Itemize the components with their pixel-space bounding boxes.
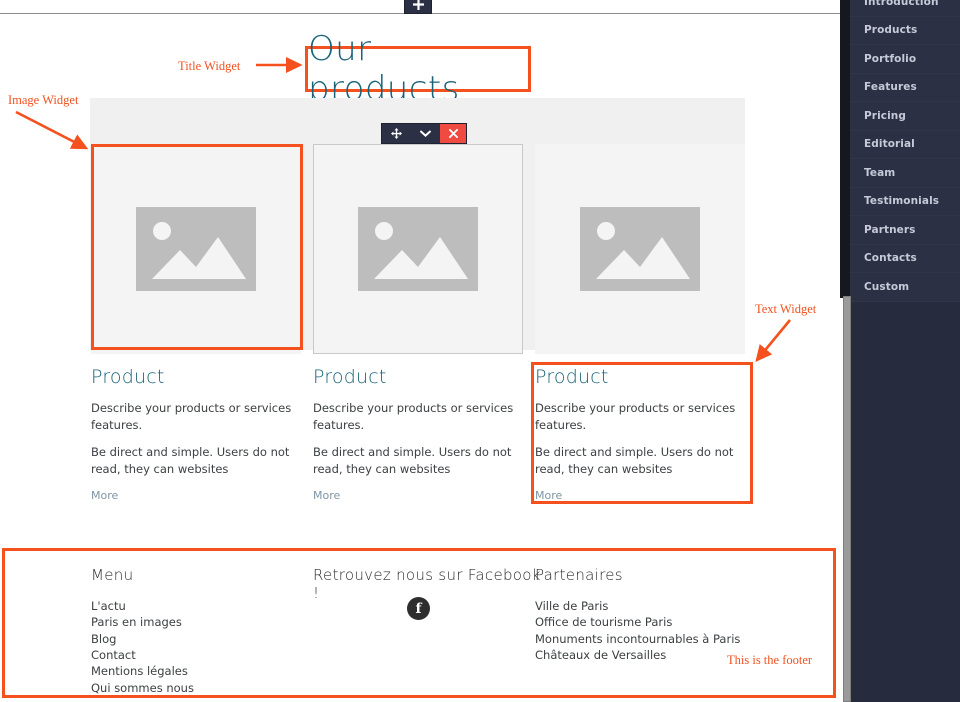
sidebar-item-features[interactable]: Features	[850, 73, 960, 102]
product-more-link[interactable]: More	[313, 489, 525, 502]
footer-menu-heading: Menu	[91, 566, 134, 584]
sidebar-item-pricing[interactable]: Pricing	[850, 102, 960, 131]
move-widget-button[interactable]	[382, 124, 411, 143]
footer-partners-heading: Partenaires	[535, 566, 623, 584]
sidebar-empty-area	[850, 298, 960, 702]
sidebar-item-custom[interactable]: Custom	[850, 273, 960, 302]
sidebar-item-introduction[interactable]: Introduction	[850, 0, 960, 17]
image-placeholder-icon	[136, 207, 256, 291]
sidebar-item-partners[interactable]: Partners	[850, 216, 960, 245]
close-icon	[448, 129, 458, 138]
sidebar-item-label: Products	[864, 24, 918, 37]
image-widget-3[interactable]	[535, 144, 745, 354]
product-column-1: Product Describe your products or servic…	[91, 366, 303, 502]
image-widget-1[interactable]	[91, 144, 301, 354]
facebook-icon[interactable]: f	[407, 597, 430, 620]
footer-social-heading: Retrouvez nous sur Facebook !	[313, 566, 541, 602]
chevron-down-icon	[420, 130, 431, 137]
image-placeholder-icon	[580, 207, 700, 291]
sidebar-item-label: Portfolio	[864, 52, 917, 65]
annotation-title-widget: Title Widget	[178, 59, 241, 73]
app-root: Our products Product Describe your produ…	[0, 0, 960, 702]
product-description: Describe your products or services featu…	[535, 401, 736, 432]
product-detail: Be direct and simple. Users do not read,…	[535, 445, 734, 477]
footer-link[interactable]: Monuments incontournables à Paris	[535, 631, 785, 647]
product-description: Describe your products or services featu…	[91, 401, 292, 432]
sidebar-item-portfolio[interactable]: Portfolio	[850, 45, 960, 74]
product-column-3: Product Describe your products or servic…	[535, 366, 747, 502]
page-title-text: Our products	[308, 29, 460, 109]
image-widget-2[interactable]	[313, 144, 523, 354]
footer-link[interactable]: Blog	[91, 631, 291, 647]
sidebar-item-label: Testimonials	[864, 195, 940, 208]
product-description: Describe your products or services featu…	[313, 401, 514, 432]
sidebar-item-team[interactable]: Team	[850, 159, 960, 188]
footer-link[interactable]: L'actu	[91, 598, 291, 614]
sidebar-item-label: Pricing	[864, 109, 906, 122]
sidebar-item-products[interactable]: Products	[850, 16, 960, 45]
sidebar-menu: Introduction Products Portfolio Features…	[850, 0, 960, 302]
footer-link[interactable]: Contact	[91, 647, 291, 663]
scrollbar-thumb[interactable]	[843, 296, 851, 702]
product-column-2: Product Describe your products or servic…	[313, 366, 525, 502]
footer-link[interactable]: Qui sommes nous	[91, 680, 291, 696]
sidebar-item-label: Contacts	[864, 252, 917, 265]
footer-link[interactable]: Office de tourisme Paris	[535, 614, 785, 630]
add-section-button[interactable]	[404, 0, 432, 14]
sidebar-panel: Introduction Products Portfolio Features…	[850, 0, 960, 702]
product-heading: Product	[313, 366, 387, 388]
footer-link[interactable]: Ville de Paris	[535, 598, 785, 614]
widget-toolbar[interactable]	[381, 123, 467, 144]
product-detail: Be direct and simple. Users do not read,…	[313, 445, 512, 477]
product-heading: Product	[91, 366, 165, 388]
annotation-footer-note: This is the footer	[727, 653, 813, 667]
annotation-text-widget: Text Widget	[755, 302, 817, 316]
footer-partners-column: Partenaires Ville de Paris Office de tou…	[535, 566, 785, 663]
sidebar-item-label: Team	[864, 166, 896, 179]
sidebar-item-label: Introduction	[864, 0, 939, 8]
sidebar-item-label: Partners	[864, 223, 916, 236]
facebook-glyph: f	[415, 600, 422, 617]
product-detail: Be direct and simple. Users do not read,…	[91, 445, 290, 477]
page-title[interactable]: Our products	[305, 29, 531, 109]
sidebar-item-editorial[interactable]: Editorial	[850, 130, 960, 159]
product-more-link[interactable]: More	[91, 489, 303, 502]
plus-icon	[412, 0, 424, 10]
sidebar-item-label: Editorial	[864, 138, 915, 151]
footer-link[interactable]: Paris en images	[91, 614, 291, 630]
move-arrows-icon	[391, 128, 402, 139]
footer-menu-column: Menu L'actu Paris en images Blog Contact…	[91, 566, 291, 696]
sidebar-item-testimonials[interactable]: Testimonials	[850, 187, 960, 216]
widget-options-dropdown[interactable]	[411, 124, 440, 143]
footer-link[interactable]: Mentions légales	[91, 663, 291, 679]
sidebar-item-contacts[interactable]: Contacts	[850, 244, 960, 273]
annotation-image-widget: Image Widget	[8, 93, 79, 107]
close-widget-button[interactable]	[440, 124, 466, 143]
image-placeholder-icon	[358, 207, 478, 291]
sidebar-item-label: Custom	[864, 280, 910, 293]
product-heading: Product	[535, 366, 609, 388]
sidebar-item-label: Features	[864, 81, 917, 94]
product-more-link[interactable]: More	[535, 489, 747, 502]
